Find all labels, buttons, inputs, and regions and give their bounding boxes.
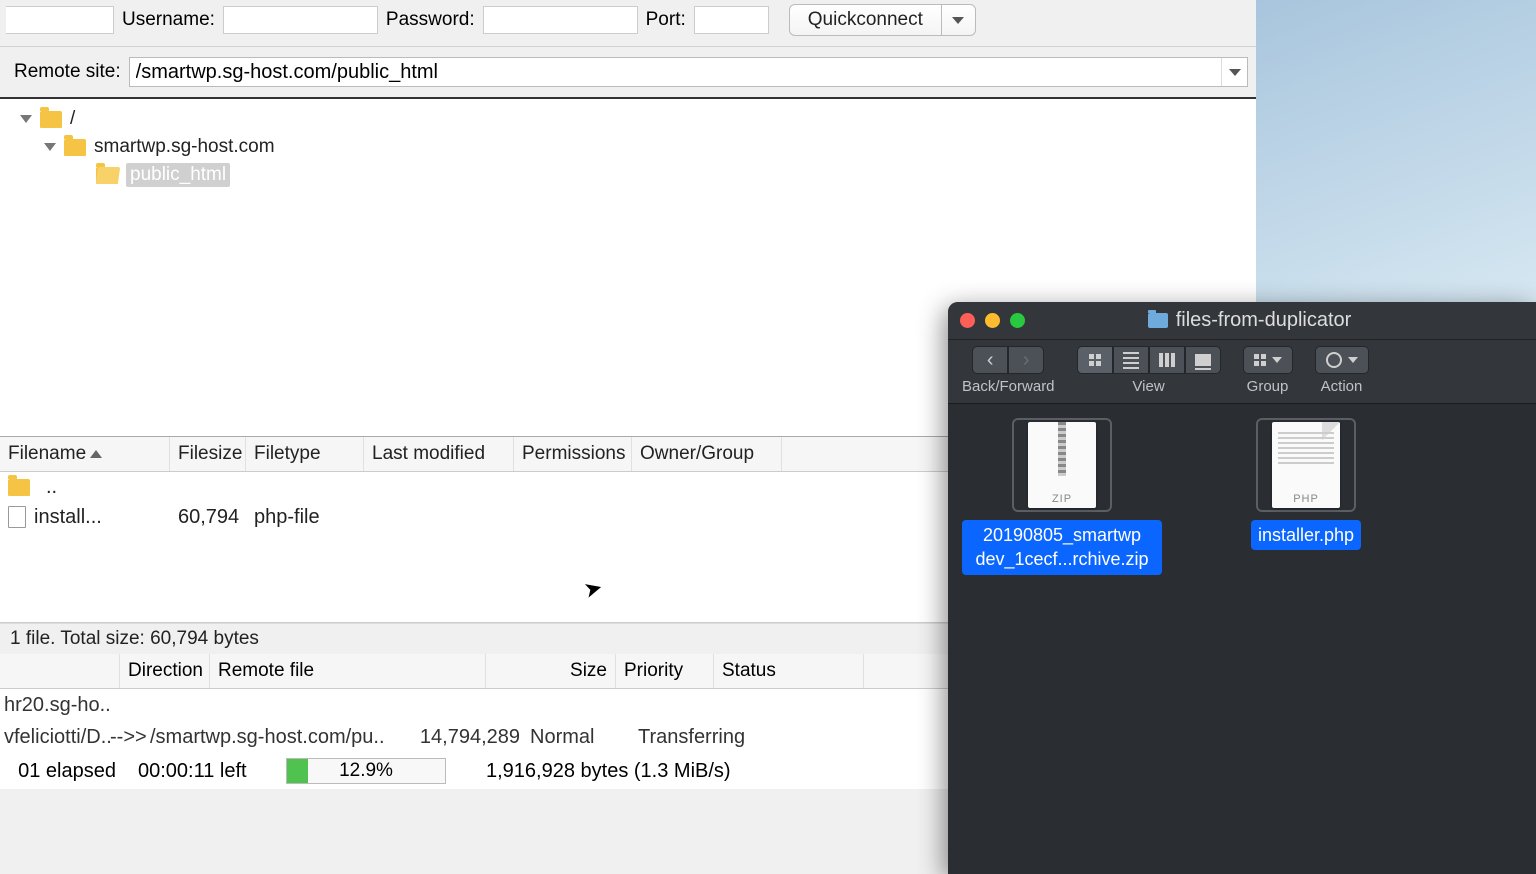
finder-window[interactable]: files-from-duplicator ‹ › Back/Forward V…: [948, 302, 1536, 874]
folder-icon: [64, 139, 86, 156]
col-filesize[interactable]: Filesize: [170, 437, 246, 471]
folder-icon: [1148, 313, 1168, 328]
password-input[interactable]: [483, 6, 638, 34]
gallery-icon: [1195, 354, 1211, 366]
file-item-zip[interactable]: ZIP 20190805_smartwp dev_1cecf...rchive.…: [962, 418, 1162, 575]
remote-site-combo[interactable]: [129, 57, 1248, 87]
file-label: 20190805_smartwp dev_1cecf...rchive.zip: [962, 520, 1162, 575]
view-list-button[interactable]: [1113, 346, 1149, 374]
disclosure-icon[interactable]: [44, 143, 56, 151]
back-forward-label: Back/Forward: [962, 378, 1055, 395]
qcol-remotefile[interactable]: Remote file: [210, 654, 486, 688]
tree-public-html[interactable]: public_html: [0, 161, 1256, 189]
view-columns-button[interactable]: [1149, 346, 1185, 374]
host-input[interactable]: [6, 6, 114, 34]
file-item-php[interactable]: PHP installer.php: [1206, 418, 1406, 575]
columns-icon: [1159, 353, 1175, 367]
chevron-right-icon: ›: [1023, 349, 1030, 372]
chevron-down-icon: [952, 17, 964, 24]
window-controls: [960, 313, 1025, 328]
action-label: Action: [1321, 378, 1363, 395]
file-label: installer.php: [1251, 520, 1361, 550]
remote-site-label: Remote site:: [14, 61, 121, 83]
quickconnect-dropdown[interactable]: [942, 4, 976, 36]
port-input[interactable]: [694, 6, 769, 34]
col-permissions[interactable]: Permissions: [514, 437, 632, 471]
tree-selected-label: public_html: [126, 163, 230, 187]
remote-site-row: Remote site:: [0, 47, 1256, 99]
php-file-icon: PHP: [1272, 422, 1340, 508]
password-label: Password:: [386, 9, 475, 31]
chevron-down-icon: [1229, 69, 1241, 76]
close-icon[interactable]: [960, 313, 975, 328]
zoom-icon[interactable]: [1010, 313, 1025, 328]
quickconnect-button[interactable]: Quickconnect: [789, 4, 942, 36]
remote-site-drop[interactable]: [1221, 58, 1247, 86]
action-button[interactable]: [1315, 346, 1369, 374]
progress-bar: 12.9%: [286, 758, 446, 784]
grid-icon: [1089, 354, 1101, 366]
qcol-direction[interactable]: Direction: [120, 654, 210, 688]
forward-button[interactable]: ›: [1008, 346, 1044, 374]
folder-icon: [8, 479, 30, 496]
username-input[interactable]: [223, 6, 378, 34]
finder-title: files-from-duplicator: [1025, 309, 1524, 332]
col-ownergroup[interactable]: Owner/Group: [632, 437, 782, 471]
col-filetype[interactable]: Filetype: [246, 437, 364, 471]
view-label: View: [1132, 378, 1164, 395]
view-gallery-button[interactable]: [1185, 346, 1221, 374]
minimize-icon[interactable]: [985, 313, 1000, 328]
view-icons-button[interactable]: [1077, 346, 1113, 374]
group-label: Group: [1247, 378, 1289, 395]
connection-toolbar: Username: Password: Port: Quickconnect: [0, 0, 1256, 47]
col-lastmodified[interactable]: Last modified: [364, 437, 514, 471]
finder-titlebar[interactable]: files-from-duplicator: [948, 302, 1536, 340]
tree-host-label: smartwp.sg-host.com: [94, 136, 275, 158]
tree-host[interactable]: smartwp.sg-host.com: [0, 133, 1256, 161]
file-icon: [8, 506, 26, 528]
chevron-left-icon: ‹: [987, 349, 994, 372]
qcol-priority[interactable]: Priority: [616, 654, 714, 688]
username-label: Username:: [122, 9, 215, 31]
remote-site-input[interactable]: [130, 61, 1221, 84]
back-button[interactable]: ‹: [972, 346, 1008, 374]
port-label: Port:: [646, 9, 686, 31]
folder-icon: [40, 111, 62, 128]
gear-icon: [1326, 352, 1342, 368]
chevron-down-icon: [1348, 357, 1358, 363]
tree-root[interactable]: /: [0, 105, 1256, 133]
qcol-size[interactable]: Size: [486, 654, 616, 688]
folder-open-icon: [96, 167, 118, 184]
qcol-status[interactable]: Status: [714, 654, 864, 688]
col-filename[interactable]: Filename: [0, 437, 170, 471]
finder-body[interactable]: ZIP 20190805_smartwp dev_1cecf...rchive.…: [948, 404, 1536, 589]
list-icon: [1123, 352, 1139, 369]
sort-asc-icon: [90, 450, 102, 458]
chevron-down-icon: [1272, 357, 1282, 363]
disclosure-icon[interactable]: [20, 115, 32, 123]
grid-icon: [1254, 354, 1266, 366]
qcol-localfile[interactable]: [0, 654, 120, 688]
zip-file-icon: ZIP: [1028, 422, 1096, 508]
finder-toolbar: ‹ › Back/Forward View Group Action: [948, 340, 1536, 404]
tree-root-label: /: [70, 108, 75, 130]
group-button[interactable]: [1243, 346, 1293, 374]
